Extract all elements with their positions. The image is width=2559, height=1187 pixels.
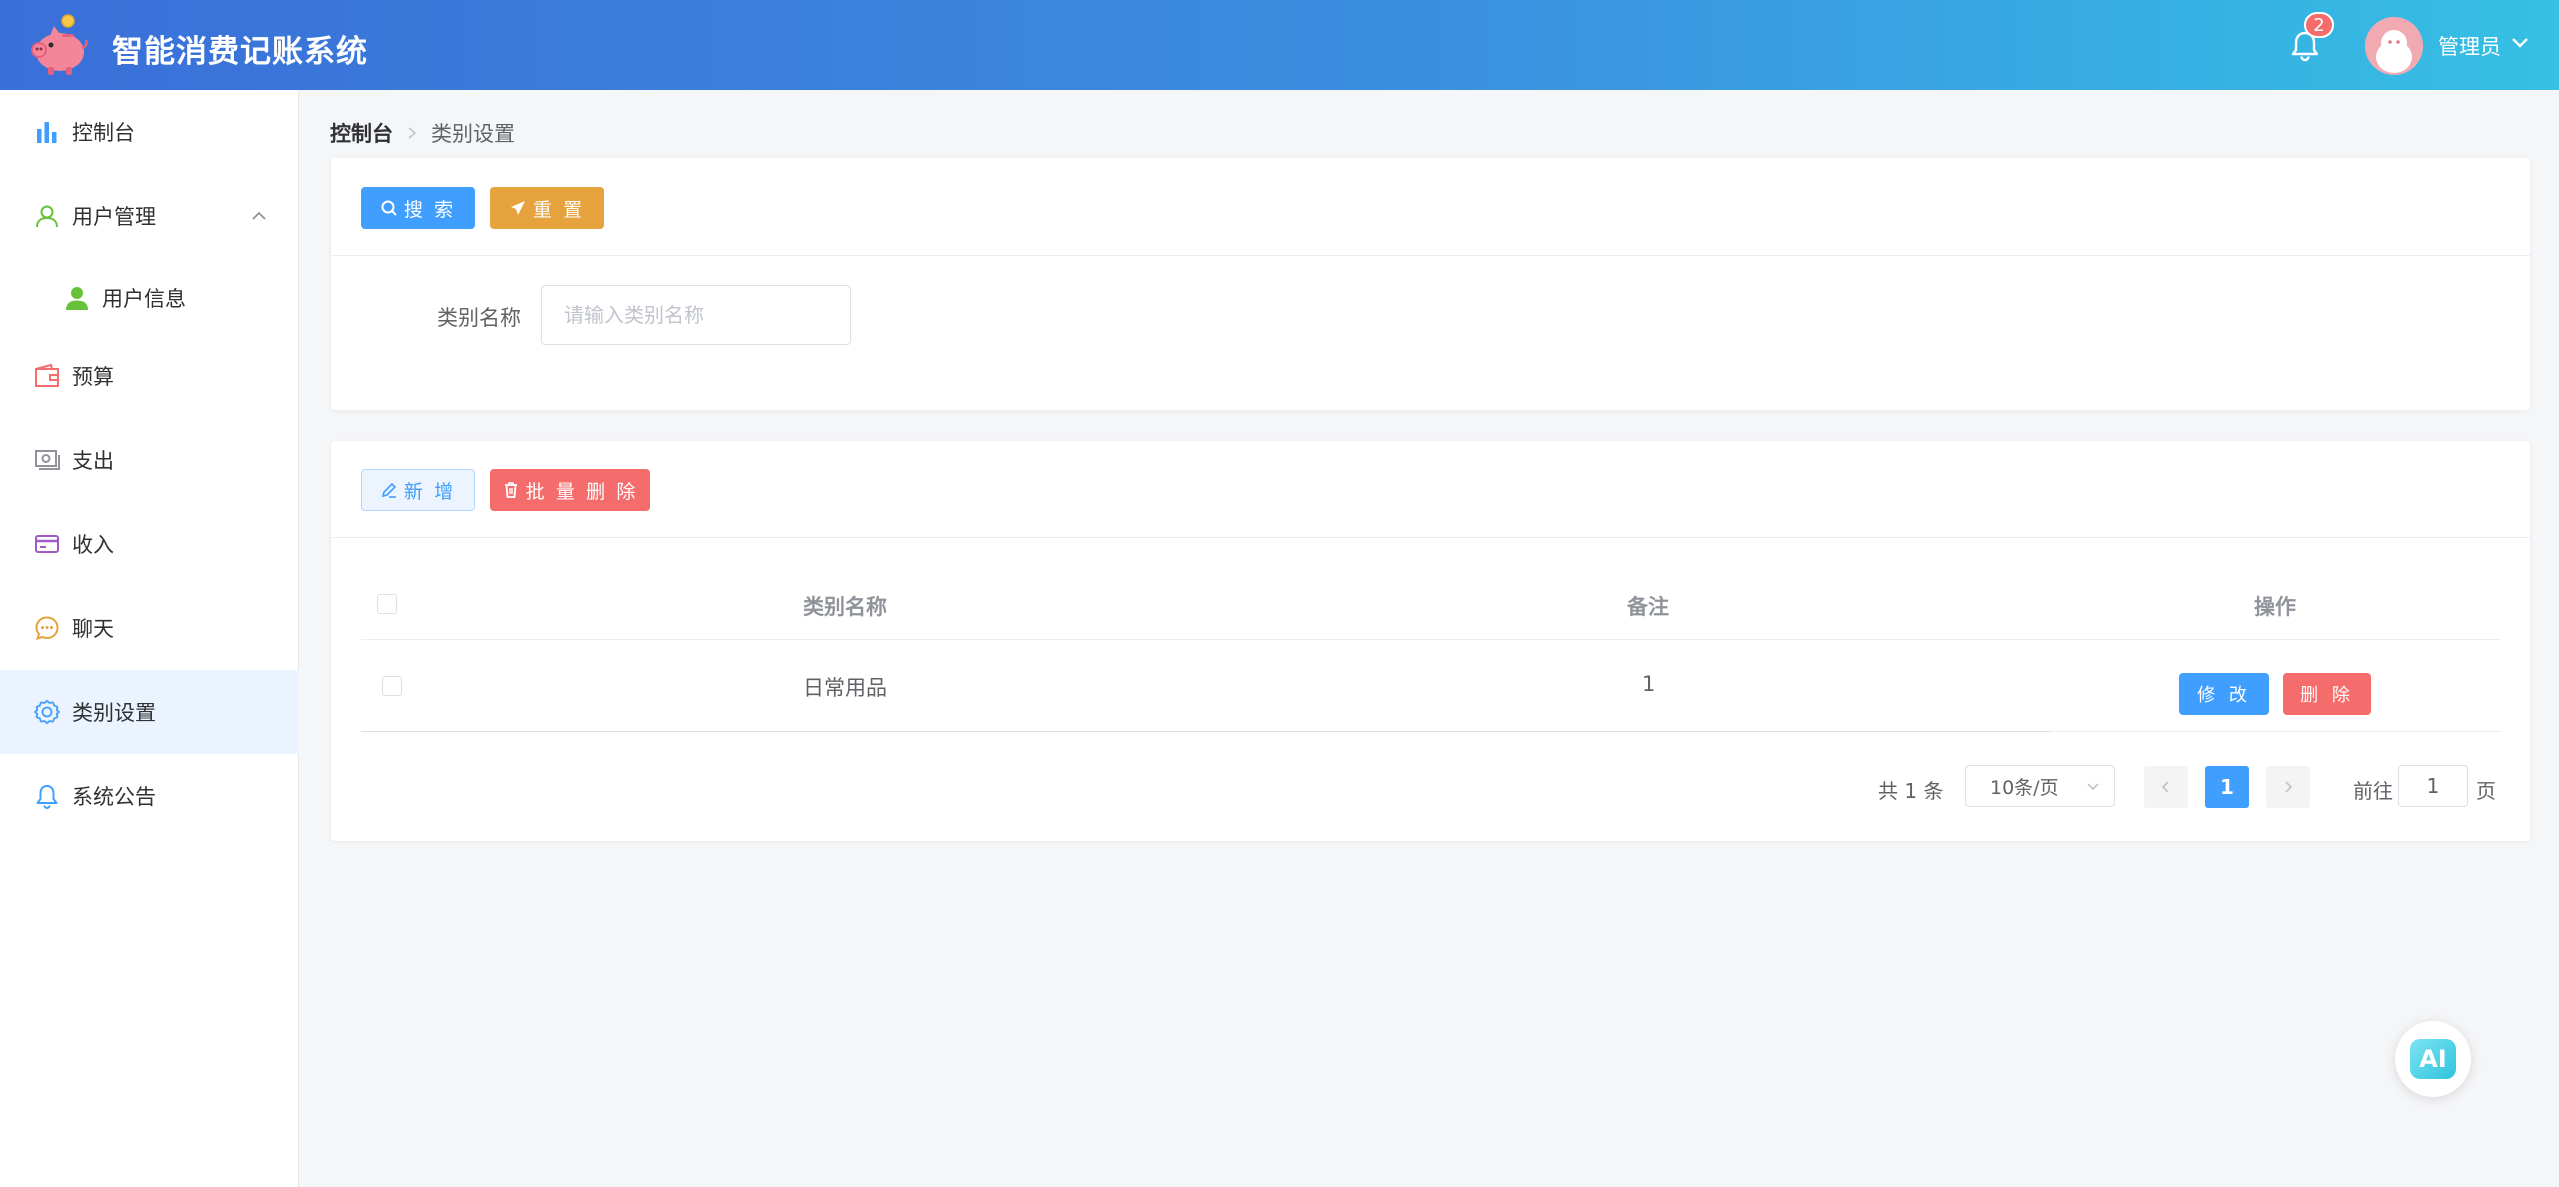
page-size-value: 10条/页	[1990, 776, 2059, 799]
next-page-button[interactable]	[2266, 766, 2310, 808]
sidebar-item-user-management[interactable]: 用户管理	[0, 174, 299, 258]
delete-button[interactable]: 删 除	[2283, 673, 2371, 715]
bell-icon	[36, 785, 58, 809]
sidebar: 控制台 用户管理 用户信息 预算 支出 收入 聊天 类别设置 系统公告	[0, 90, 299, 1187]
batch-delete-button-label: 批 量 删 除	[525, 481, 639, 503]
search-button-label: 搜 索	[403, 199, 457, 221]
chat-dots-icon	[35, 616, 59, 641]
row-checkbox[interactable]	[382, 676, 402, 696]
delete-icon	[504, 482, 517, 498]
breadcrumb-root[interactable]: 控制台	[330, 118, 393, 148]
sidebar-item-income[interactable]: 收入	[0, 502, 299, 586]
sidebar-item-budget[interactable]: 预算	[0, 334, 299, 418]
goto-page-input[interactable]	[2398, 765, 2468, 807]
sidebar-item-label: 系统公告	[72, 785, 156, 809]
sidebar-item-user-info[interactable]: 用户信息	[0, 256, 299, 340]
app-title: 智能消费记账系统	[112, 34, 368, 70]
sidebar-item-dashboard[interactable]: 控制台	[0, 90, 299, 174]
user-avatar[interactable]	[2365, 17, 2423, 75]
search-card: 搜 索 重 置 类别名称	[331, 158, 2530, 410]
add-button[interactable]: 新 增	[361, 469, 475, 511]
prev-page-button[interactable]	[2144, 766, 2188, 808]
table-card: 新 增 批 量 删 除 类别名称 备注 操作 日常用品 1 修 改 删 除 共 …	[331, 441, 2530, 841]
sidebar-item-announcements[interactable]: 系统公告	[0, 754, 299, 838]
user-outline-icon	[36, 205, 58, 228]
ai-assistant-label: AI	[2410, 1039, 2456, 1079]
notification-badge: 2	[2304, 12, 2334, 38]
chevron-down-icon	[2087, 783, 2099, 791]
wallet-icon	[35, 363, 59, 387]
sidebar-item-label: 聊天	[72, 617, 114, 641]
avatar-face-icon	[2365, 17, 2423, 75]
send-icon	[510, 201, 525, 215]
row-category-name: 日常用品	[803, 676, 887, 700]
category-name-label: 类别名称	[437, 306, 521, 330]
sidebar-item-label: 收入	[72, 533, 114, 557]
table-row-divider	[2051, 731, 2501, 732]
user-name[interactable]: 管理员	[2438, 31, 2501, 61]
chevron-right-icon	[2285, 781, 2293, 793]
sidebar-item-chat[interactable]: 聊天	[0, 586, 299, 670]
breadcrumb-current: 类别设置	[431, 122, 515, 146]
pagination-total: 共 1 条	[1878, 779, 1944, 803]
category-name-input[interactable]	[541, 285, 851, 345]
sidebar-item-label: 用户管理	[72, 205, 156, 229]
table-header-divider	[361, 639, 2501, 640]
divider	[331, 255, 2530, 256]
sidebar-item-expense[interactable]: 支出	[0, 418, 299, 502]
row-note: 1	[1642, 672, 1656, 696]
page-size-select[interactable]: 10条/页	[1965, 765, 2115, 807]
bar-chart-icon	[37, 122, 57, 143]
select-all-checkbox[interactable]	[377, 594, 397, 614]
chevron-right-icon	[408, 127, 417, 139]
sidebar-item-category-settings[interactable]: 类别设置	[0, 670, 299, 754]
sidebar-item-label: 类别设置	[72, 701, 156, 725]
sidebar-item-label: 控制台	[72, 121, 135, 145]
sidebar-item-label: 支出	[72, 449, 114, 473]
goto-unit: 页	[2476, 779, 2496, 803]
column-header-actions: 操作	[2254, 595, 2296, 619]
sidebar-item-label: 用户信息	[102, 287, 186, 311]
reset-button-label: 重 置	[532, 199, 586, 221]
table-row-divider	[361, 731, 2051, 732]
reset-button[interactable]: 重 置	[490, 187, 604, 229]
top-header: 智能消费记账系统 2 管理员	[0, 0, 2559, 90]
chevron-left-icon	[2161, 781, 2169, 793]
credit-card-icon	[35, 535, 59, 553]
money-icon	[35, 450, 60, 470]
column-header-name: 类别名称	[803, 595, 887, 619]
column-header-note: 备注	[1627, 595, 1669, 619]
divider	[331, 537, 2530, 538]
search-icon	[381, 200, 397, 216]
ai-assistant-button[interactable]: AI	[2395, 1021, 2471, 1097]
setting-icon	[34, 699, 60, 725]
chevron-up-icon	[252, 211, 266, 220]
search-button[interactable]: 搜 索	[361, 187, 475, 229]
edit-button[interactable]: 修 改	[2179, 673, 2269, 715]
chevron-down-icon[interactable]	[2510, 36, 2530, 50]
edit-icon	[381, 482, 396, 498]
piggy-bank-logo-icon	[31, 14, 88, 75]
page-number-current[interactable]: 1	[2205, 766, 2249, 808]
breadcrumb: 控制台 类别设置	[330, 118, 515, 148]
sidebar-item-label: 预算	[72, 365, 114, 389]
user-solid-icon	[66, 287, 88, 310]
batch-delete-button[interactable]: 批 量 删 除	[490, 469, 650, 511]
add-button-label: 新 增	[403, 481, 457, 503]
goto-label: 前往	[2353, 779, 2393, 803]
